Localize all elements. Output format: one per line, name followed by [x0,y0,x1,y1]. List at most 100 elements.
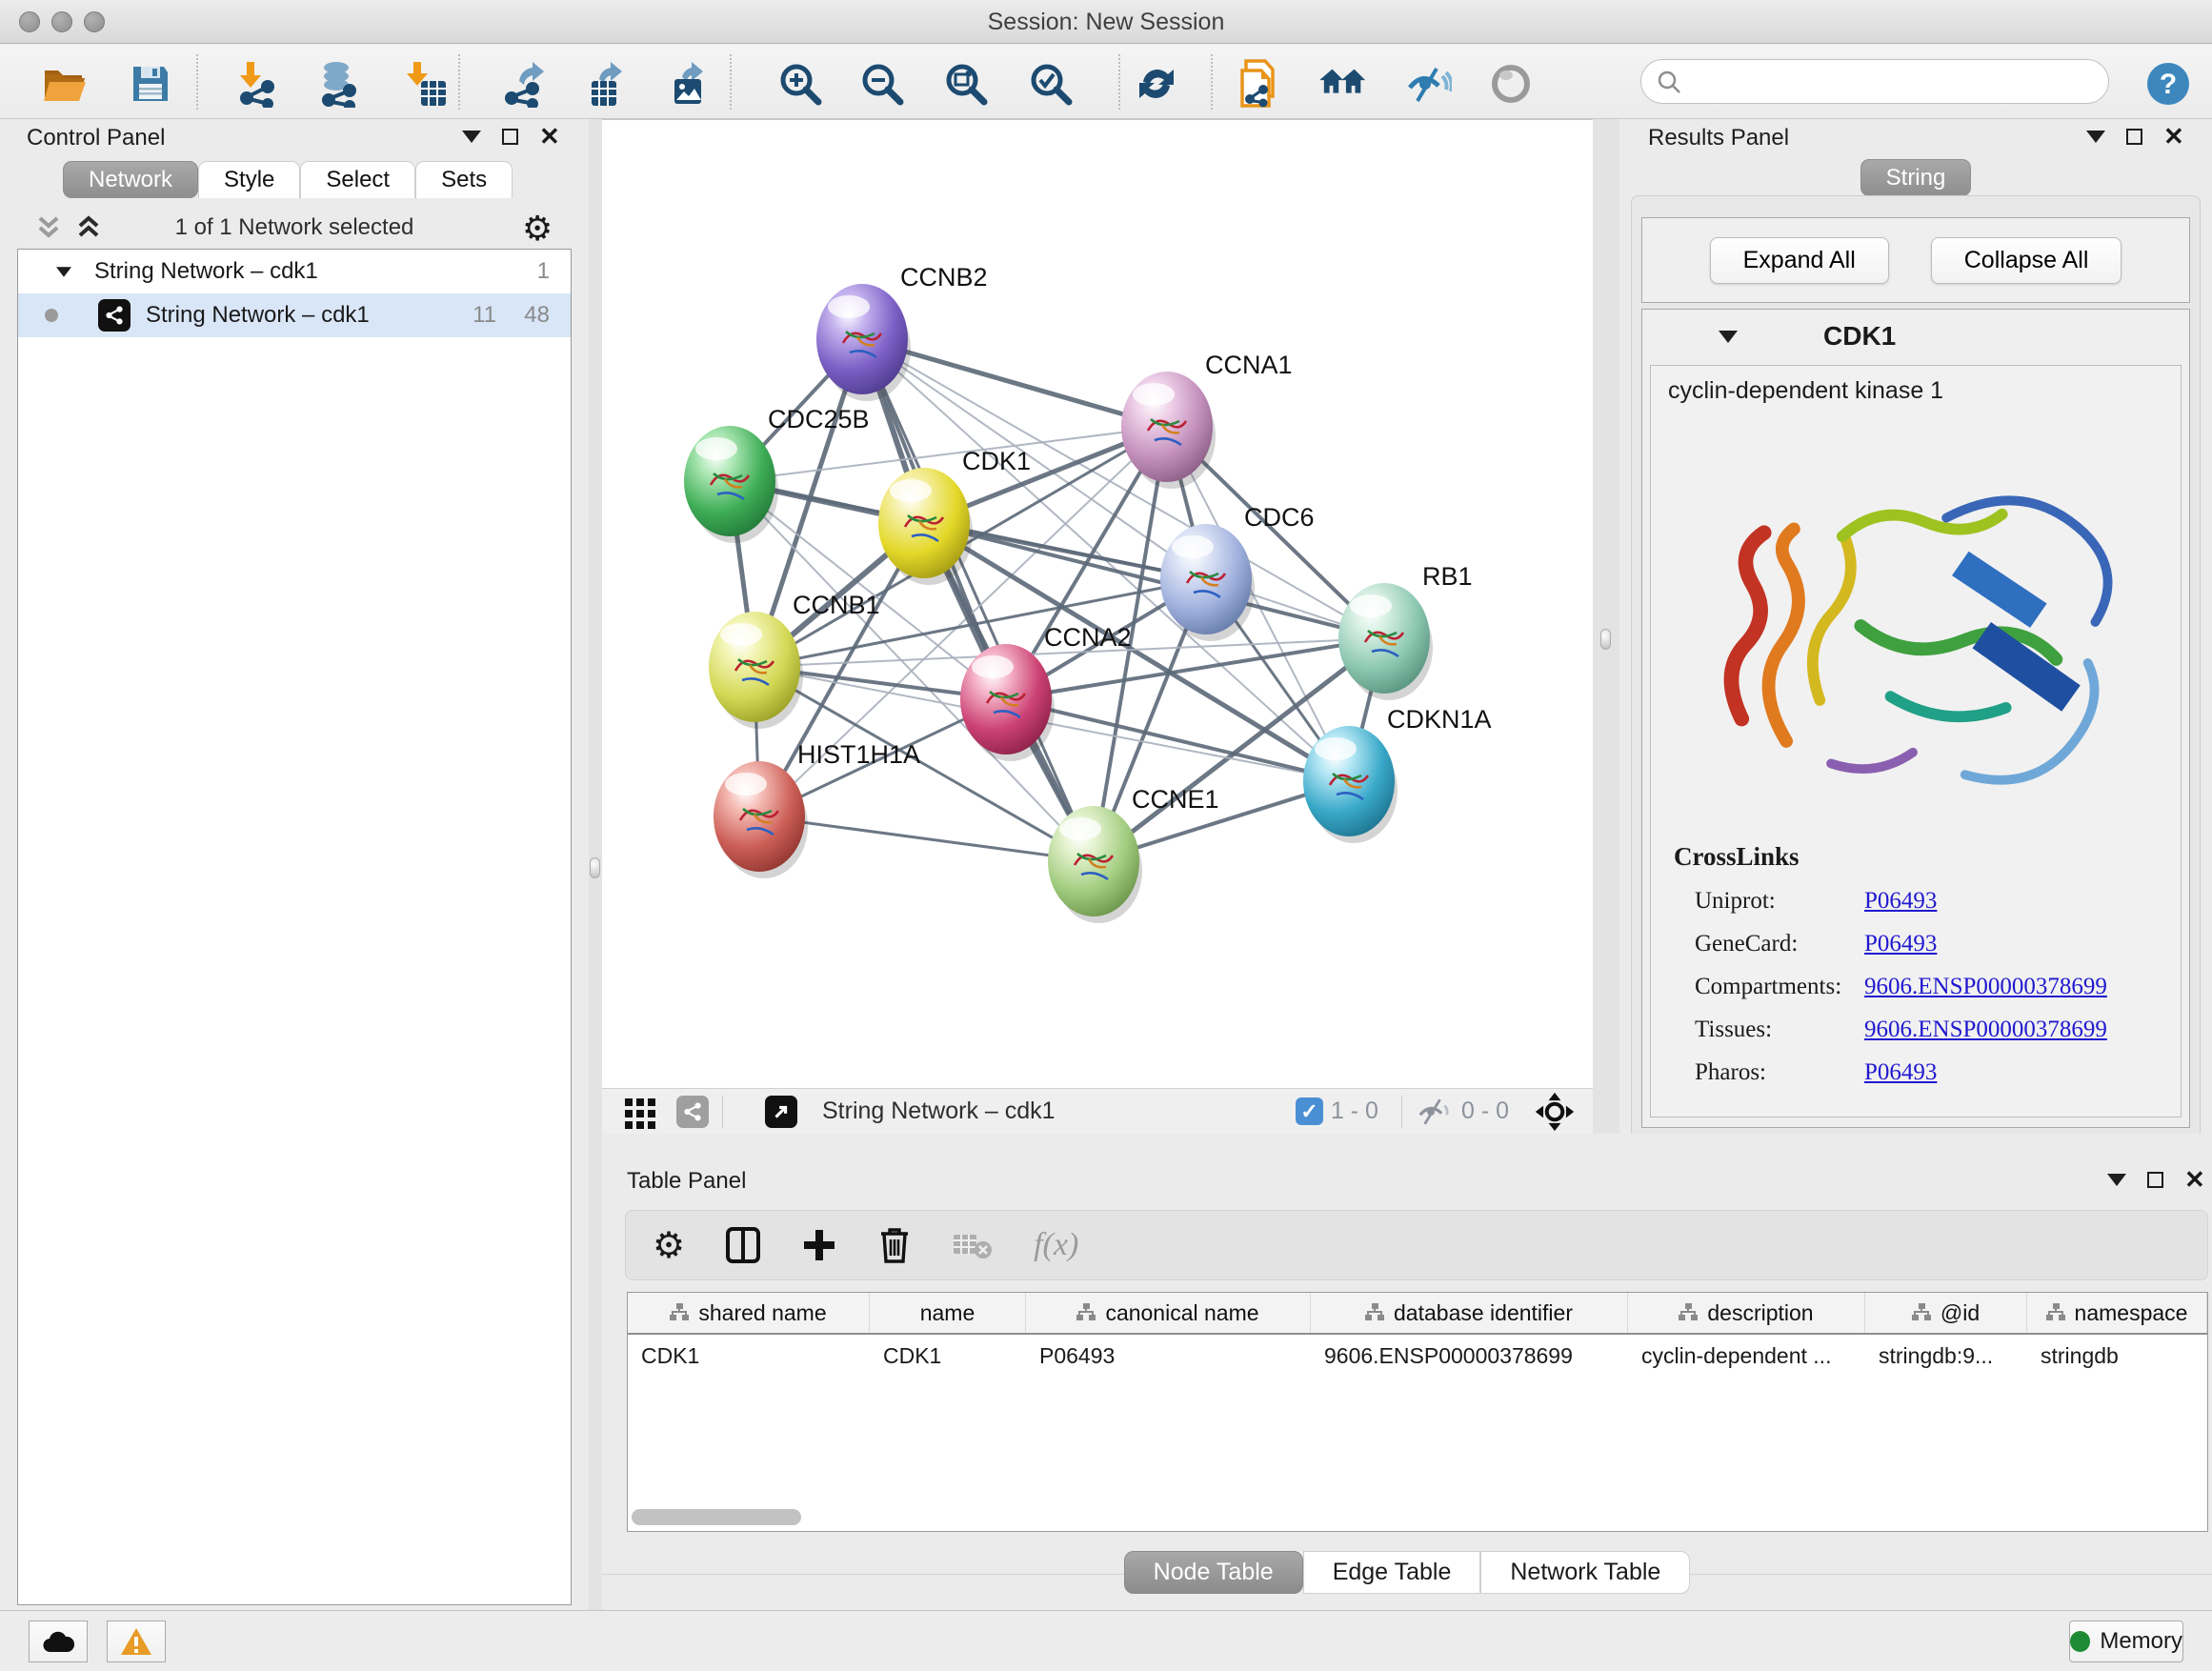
table-cell[interactable]: P06493 [1026,1335,1311,1377]
memory-button[interactable]: Memory [2069,1621,2183,1662]
float-panel-icon[interactable] [2126,129,2142,145]
warning-status-button[interactable] [107,1621,166,1662]
network-edge-CCNA2-CDKN1A[interactable] [1006,699,1349,781]
search-input[interactable] [1695,63,2095,101]
hide-selected-button[interactable] [1404,60,1452,108]
network-canvas[interactable]: CCNB2CCNA1CDC25BCDK1CDC6RB1CCNB1CCNA2CDK… [602,119,1593,1088]
refresh-button[interactable] [1133,60,1180,108]
add-column-icon[interactable] [801,1227,837,1263]
node-label: CCNB2 [900,263,988,292]
zoom-in-button[interactable] [776,60,824,108]
export-image-button[interactable] [666,60,714,108]
expand-all-button[interactable]: Expand All [1710,237,1889,284]
table-settings-gear-icon[interactable]: ⚙ [653,1224,685,1267]
show-all-button[interactable] [1487,60,1535,108]
hidden-eye-icon[interactable] [1416,1097,1454,1127]
network-row[interactable]: String Network – cdk1 11 48 [18,293,571,337]
tab-edge-table[interactable]: Edge Table [1303,1551,1481,1594]
crosslink-link[interactable]: P06493 [1864,1059,1937,1086]
zoom-out-button[interactable] [858,60,906,108]
float-panel-icon[interactable] [2147,1172,2163,1188]
export-table-button[interactable] [583,60,631,108]
crosslink-link[interactable]: 9606.ENSP00000378699 [1864,974,2107,1000]
memory-status-dot [2070,1631,2090,1652]
left-splitter[interactable] [589,119,602,1610]
save-session-button[interactable] [127,60,174,108]
panel-menu-icon[interactable] [2086,131,2105,143]
network-view-icon[interactable] [676,1096,709,1128]
table-row[interactable]: CDK1CDK1P064939606.ENSP00000378699cyclin… [628,1335,2207,1377]
first-neighbors-button[interactable] [1320,60,1368,108]
table-cell[interactable]: CDK1 [870,1335,1026,1377]
tab-string[interactable]: String [1860,159,1972,196]
table-cell[interactable]: stringdb [2027,1335,2207,1377]
function-builder-icon[interactable]: f(x) [1034,1227,1078,1263]
column-header-namespace[interactable]: namespace [2027,1293,2207,1333]
column-header-shared-name[interactable]: shared name [628,1293,870,1333]
gear-icon[interactable]: ⚙ [522,209,553,249]
tab-node-table[interactable]: Node Table [1124,1551,1303,1594]
table-cell[interactable]: CDK1 [628,1335,870,1377]
network-node-CDC25B[interactable]: CDC25B [684,405,870,543]
network-from-selection-button[interactable] [1237,60,1284,108]
network-node-CDK1[interactable]: CDK1 [878,447,1031,585]
network-node-RB1[interactable]: RB1 [1338,562,1473,700]
help-button[interactable]: ? [2144,60,2192,108]
detach-view-icon[interactable] [765,1096,797,1128]
network-edge-CCNB2-CCNE1[interactable] [862,339,1094,861]
node-count: 11 [473,302,496,329]
import-table-file-button[interactable] [402,60,450,108]
float-panel-icon[interactable] [502,129,518,145]
crosslink-link[interactable]: P06493 [1864,888,1937,915]
toolbar-separator [1118,54,1120,110]
close-panel-icon[interactable]: ✕ [539,129,560,145]
import-network-file-button[interactable] [234,60,282,108]
collapse-all-button[interactable]: Collapse All [1931,237,2122,284]
section-collapse-icon[interactable] [1719,331,1738,343]
network-node-HIST1H1A[interactable]: HIST1H1A [714,740,920,878]
open-file-button[interactable] [41,60,89,108]
network-node-CDKN1A[interactable]: CDKN1A [1303,705,1492,843]
gene-section-header[interactable]: CDK1 [1642,310,2189,363]
table-cell[interactable]: stringdb:9... [1865,1335,2027,1377]
crosslink-link[interactable]: 9606.ENSP00000378699 [1864,1017,2107,1043]
horizontal-scrollbar-thumb[interactable] [632,1509,801,1525]
zoom-fit-button[interactable] [942,60,990,108]
panel-menu-icon[interactable] [462,131,481,143]
column-header-description[interactable]: description [1628,1293,1865,1333]
tab-sets[interactable]: Sets [415,161,513,198]
network-node-CCNB2[interactable]: CCNB2 [816,263,988,401]
crosslink-link[interactable]: P06493 [1864,931,1937,957]
cloud-status-button[interactable] [29,1621,88,1662]
table-cell[interactable]: 9606.ENSP00000378699 [1311,1335,1628,1377]
gene-section: CDK1 cyclin-dependent kinase 1 [1641,309,2190,1128]
zoom-selected-button[interactable] [1027,60,1075,108]
tab-network[interactable]: Network [63,161,198,198]
right-splitter[interactable] [1593,119,1619,1167]
column-header-name[interactable]: name [870,1293,1026,1333]
tab-select[interactable]: Select [300,161,415,198]
column-header--id[interactable]: @id [1865,1293,2027,1333]
import-network-database-button[interactable] [314,60,362,108]
network-edge-HIST1H1A-CCNE1[interactable] [759,816,1094,861]
network-node-CCNB1[interactable]: CCNB1 [709,591,880,729]
collection-expand-icon[interactable] [56,267,71,276]
delete-column-icon[interactable] [877,1226,912,1264]
grid-view-icon[interactable] [623,1095,657,1129]
tab-style[interactable]: Style [198,161,300,198]
delete-table-icon[interactable] [952,1229,994,1261]
selected-checkbox-icon[interactable]: ✓ [1296,1097,1323,1125]
close-panel-icon[interactable]: ✕ [2184,1172,2205,1188]
gene-description: cyclin-dependent kinase 1 [1668,377,1943,405]
close-panel-icon[interactable]: ✕ [2163,129,2184,145]
column-header-database-identifier[interactable]: database identifier [1311,1293,1628,1333]
panel-menu-icon[interactable] [2107,1174,2126,1186]
column-header-canonical-name[interactable]: canonical name [1026,1293,1311,1333]
birds-eye-toggle-icon[interactable] [1534,1091,1576,1133]
network-collection-row[interactable]: String Network – cdk1 1 [18,250,571,293]
table-cell[interactable]: cyclin-dependent ... [1628,1335,1865,1377]
export-network-button[interactable] [499,60,547,108]
tab-network-table[interactable]: Network Table [1480,1551,1690,1594]
show-columns-icon[interactable] [725,1226,761,1264]
network-node-CCNE1[interactable]: CCNE1 [1048,785,1219,923]
